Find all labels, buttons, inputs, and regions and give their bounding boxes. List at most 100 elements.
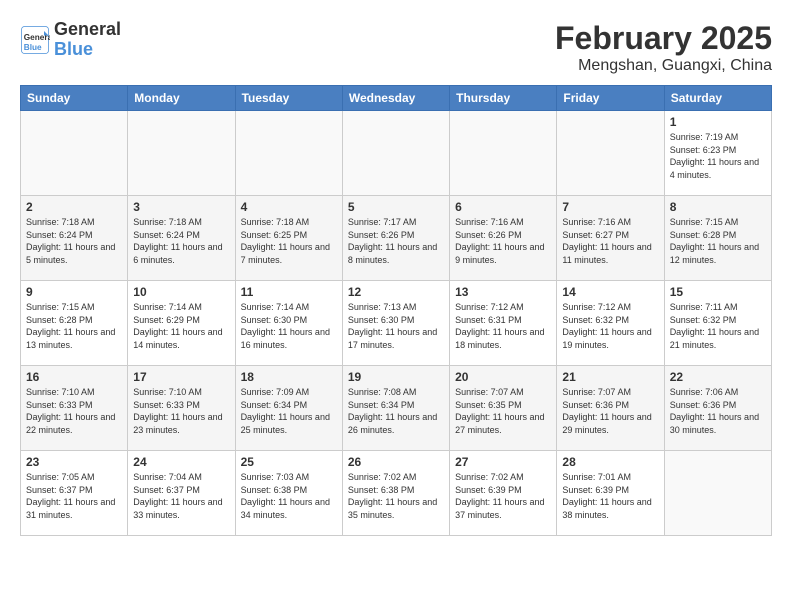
day-number: 19 xyxy=(348,370,444,384)
day-info: Sunrise: 7:16 AM Sunset: 6:26 PM Dayligh… xyxy=(455,216,551,266)
day-number: 21 xyxy=(562,370,658,384)
day-cell: 13 Sunrise: 7:12 AM Sunset: 6:31 PM Dayli… xyxy=(450,281,557,366)
day-number: 12 xyxy=(348,285,444,299)
day-cell: 7Sunrise: 7:16 AM Sunset: 6:27 PM Daylig… xyxy=(557,196,664,281)
day-cell: 3 Sunrise: 7:18 AM Sunset: 6:24 PM Daylig… xyxy=(128,196,235,281)
day-cell xyxy=(557,111,664,196)
header-saturday: Saturday xyxy=(664,86,771,111)
day-info: Sunrise: 7:08 AM Sunset: 6:34 PM Dayligh… xyxy=(348,386,444,436)
day-cell xyxy=(21,111,128,196)
day-cell: 10 Sunrise: 7:14 AM Sunset: 6:29 PM Dayli… xyxy=(128,281,235,366)
day-number: 4 xyxy=(241,200,337,214)
calendar-body: 1 Sunrise: 7:19 AM Sunset: 6:23 PM Daylig… xyxy=(21,111,772,536)
day-number: 5 xyxy=(348,200,444,214)
day-number: 27 xyxy=(455,455,551,469)
week-row-2: 9 Sunrise: 7:15 AM Sunset: 6:28 PM Daylig… xyxy=(21,281,772,366)
day-number: 23 xyxy=(26,455,122,469)
calendar-table: SundayMondayTuesdayWednesdayThursdayFrid… xyxy=(20,85,772,536)
day-number: 6 xyxy=(455,200,551,214)
day-cell xyxy=(664,451,771,536)
logo-icon: General Blue xyxy=(20,25,50,55)
day-info: Sunrise: 7:18 AM Sunset: 6:24 PM Dayligh… xyxy=(133,216,229,266)
day-number: 28 xyxy=(562,455,658,469)
day-number: 7 xyxy=(562,200,658,214)
day-number: 20 xyxy=(455,370,551,384)
logo: General Blue General Blue xyxy=(20,20,121,60)
day-info: Sunrise: 7:10 AM Sunset: 6:33 PM Dayligh… xyxy=(133,386,229,436)
day-number: 11 xyxy=(241,285,337,299)
day-info: Sunrise: 7:14 AM Sunset: 6:29 PM Dayligh… xyxy=(133,301,229,351)
day-info: Sunrise: 7:15 AM Sunset: 6:28 PM Dayligh… xyxy=(26,301,122,351)
day-number: 1 xyxy=(670,115,766,129)
day-info: Sunrise: 7:10 AM Sunset: 6:33 PM Dayligh… xyxy=(26,386,122,436)
day-info: Sunrise: 7:17 AM Sunset: 6:26 PM Dayligh… xyxy=(348,216,444,266)
location: Mengshan, Guangxi, China xyxy=(555,57,772,75)
day-info: Sunrise: 7:02 AM Sunset: 6:38 PM Dayligh… xyxy=(348,471,444,521)
day-number: 15 xyxy=(670,285,766,299)
week-row-4: 23 Sunrise: 7:05 AM Sunset: 6:37 PM Dayli… xyxy=(21,451,772,536)
month-title: February 2025 xyxy=(555,20,772,57)
day-number: 8 xyxy=(670,200,766,214)
day-number: 13 xyxy=(455,285,551,299)
day-info: Sunrise: 7:07 AM Sunset: 6:35 PM Dayligh… xyxy=(455,386,551,436)
day-cell: 12 Sunrise: 7:13 AM Sunset: 6:30 PM Dayli… xyxy=(342,281,449,366)
page-header: General Blue General Blue February 2025 … xyxy=(20,20,772,75)
day-cell: 23 Sunrise: 7:05 AM Sunset: 6:37 PM Dayli… xyxy=(21,451,128,536)
week-row-3: 16 Sunrise: 7:10 AM Sunset: 6:33 PM Dayli… xyxy=(21,366,772,451)
day-info: Sunrise: 7:09 AM Sunset: 6:34 PM Dayligh… xyxy=(241,386,337,436)
day-info: Sunrise: 7:12 AM Sunset: 6:31 PM Dayligh… xyxy=(455,301,551,351)
day-number: 10 xyxy=(133,285,229,299)
day-number: 17 xyxy=(133,370,229,384)
header-wednesday: Wednesday xyxy=(342,86,449,111)
day-cell: 17 Sunrise: 7:10 AM Sunset: 6:33 PM Dayli… xyxy=(128,366,235,451)
week-row-0: 1 Sunrise: 7:19 AM Sunset: 6:23 PM Daylig… xyxy=(21,111,772,196)
day-cell xyxy=(128,111,235,196)
day-number: 26 xyxy=(348,455,444,469)
day-cell: 26 Sunrise: 7:02 AM Sunset: 6:38 PM Dayli… xyxy=(342,451,449,536)
svg-text:Blue: Blue xyxy=(24,43,42,52)
day-cell: 4 Sunrise: 7:18 AM Sunset: 6:25 PM Daylig… xyxy=(235,196,342,281)
header-sunday: Sunday xyxy=(21,86,128,111)
calendar-header: SundayMondayTuesdayWednesdayThursdayFrid… xyxy=(21,86,772,111)
day-info: Sunrise: 7:19 AM Sunset: 6:23 PM Dayligh… xyxy=(670,131,766,181)
day-cell: 28 Sunrise: 7:01 AM Sunset: 6:39 PM Dayli… xyxy=(557,451,664,536)
day-info: Sunrise: 7:01 AM Sunset: 6:39 PM Dayligh… xyxy=(562,471,658,521)
day-number: 18 xyxy=(241,370,337,384)
day-cell: 14 Sunrise: 7:12 AM Sunset: 6:32 PM Dayli… xyxy=(557,281,664,366)
day-number: 22 xyxy=(670,370,766,384)
title-block: February 2025 Mengshan, Guangxi, China xyxy=(555,20,772,75)
day-cell xyxy=(342,111,449,196)
day-number: 25 xyxy=(241,455,337,469)
week-row-1: 2 Sunrise: 7:18 AM Sunset: 6:24 PM Daylig… xyxy=(21,196,772,281)
day-number: 2 xyxy=(26,200,122,214)
day-cell: 21 Sunrise: 7:07 AM Sunset: 6:36 PM Dayli… xyxy=(557,366,664,451)
logo-general: General xyxy=(54,20,121,40)
day-number: 14 xyxy=(562,285,658,299)
header-monday: Monday xyxy=(128,86,235,111)
day-cell: 2 Sunrise: 7:18 AM Sunset: 6:24 PM Daylig… xyxy=(21,196,128,281)
day-cell: 5 Sunrise: 7:17 AM Sunset: 6:26 PM Daylig… xyxy=(342,196,449,281)
day-cell: 8 Sunrise: 7:15 AM Sunset: 6:28 PM Daylig… xyxy=(664,196,771,281)
day-info: Sunrise: 7:14 AM Sunset: 6:30 PM Dayligh… xyxy=(241,301,337,351)
day-info: Sunrise: 7:18 AM Sunset: 6:25 PM Dayligh… xyxy=(241,216,337,266)
day-info: Sunrise: 7:07 AM Sunset: 6:36 PM Dayligh… xyxy=(562,386,658,436)
day-cell: 15 Sunrise: 7:11 AM Sunset: 6:32 PM Dayli… xyxy=(664,281,771,366)
day-info: Sunrise: 7:12 AM Sunset: 6:32 PM Dayligh… xyxy=(562,301,658,351)
day-info: Sunrise: 7:18 AM Sunset: 6:24 PM Dayligh… xyxy=(26,216,122,266)
day-cell: 27Sunrise: 7:02 AM Sunset: 6:39 PM Dayli… xyxy=(450,451,557,536)
day-number: 24 xyxy=(133,455,229,469)
day-number: 9 xyxy=(26,285,122,299)
day-info: Sunrise: 7:13 AM Sunset: 6:30 PM Dayligh… xyxy=(348,301,444,351)
day-cell: 20 Sunrise: 7:07 AM Sunset: 6:35 PM Dayli… xyxy=(450,366,557,451)
day-info: Sunrise: 7:05 AM Sunset: 6:37 PM Dayligh… xyxy=(26,471,122,521)
day-info: Sunrise: 7:03 AM Sunset: 6:38 PM Dayligh… xyxy=(241,471,337,521)
day-cell: 24Sunrise: 7:04 AM Sunset: 6:37 PM Dayli… xyxy=(128,451,235,536)
day-cell xyxy=(235,111,342,196)
day-number: 3 xyxy=(133,200,229,214)
day-cell: 6 Sunrise: 7:16 AM Sunset: 6:26 PM Daylig… xyxy=(450,196,557,281)
day-cell: 16 Sunrise: 7:10 AM Sunset: 6:33 PM Dayli… xyxy=(21,366,128,451)
day-info: Sunrise: 7:15 AM Sunset: 6:28 PM Dayligh… xyxy=(670,216,766,266)
day-cell: 9 Sunrise: 7:15 AM Sunset: 6:28 PM Daylig… xyxy=(21,281,128,366)
day-number: 16 xyxy=(26,370,122,384)
day-info: Sunrise: 7:11 AM Sunset: 6:32 PM Dayligh… xyxy=(670,301,766,351)
